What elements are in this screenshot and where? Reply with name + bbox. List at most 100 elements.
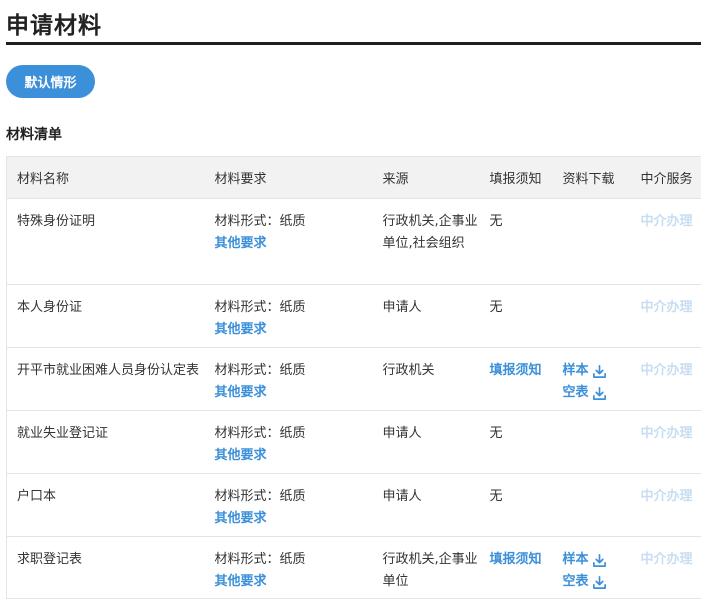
- material-form: 材料形式：纸质: [215, 486, 373, 508]
- table-header-row: 材料名称 材料要求 来源 填报须知 资料下载 中介服务: [6, 156, 701, 199]
- table-row: 就业失业登记证 材料形式：纸质 其他要求 申请人无中介办理: [6, 410, 701, 474]
- service-cell: 中介办理: [630, 284, 701, 348]
- download-sample-label: 样本: [562, 363, 589, 378]
- material-requirements: 材料形式：纸质 其他要求: [204, 347, 373, 411]
- fill-notice-cell: 无: [479, 284, 553, 348]
- notice-value: 无: [489, 489, 503, 504]
- form-value: 纸质: [279, 363, 306, 378]
- material-form: 材料形式：纸质: [215, 211, 373, 233]
- material-source: 申请人: [372, 473, 480, 537]
- other-requirements-link[interactable]: 其他要求: [215, 382, 267, 404]
- form-prefix: 材料形式：: [214, 552, 280, 567]
- column-header-name: 材料名称: [6, 156, 205, 199]
- table-row: 开平市就业困难人员身份认定表 材料形式：纸质 其他要求 行政机关 填报须知 样本 空表 中介办…: [6, 347, 701, 411]
- material-name: 本人身份证: [6, 284, 205, 348]
- fill-notice-cell: 无: [479, 198, 553, 285]
- fill-notice-cell: 填报须知: [479, 347, 553, 411]
- column-header-source: 来源: [372, 156, 480, 199]
- form-value: 纸质: [279, 489, 306, 504]
- material-name: 开平市就业困难人员身份认定表: [6, 347, 205, 411]
- material-source: 申请人: [372, 284, 480, 348]
- download-cell: [552, 198, 631, 285]
- table-row: 本人身份证 材料形式：纸质 其他要求 申请人无中介办理: [6, 284, 701, 348]
- material-source: 行政机关,企事业单位,社会组织: [372, 198, 480, 285]
- service-cell: 中介办理: [630, 347, 701, 411]
- other-requirements-link[interactable]: 其他要求: [215, 571, 267, 593]
- table-body: 特殊身份证明 材料形式：纸质 其他要求 行政机关,企事业单位,社会组织无中介办理 本人身…: [6, 198, 701, 599]
- agency-service-link[interactable]: 中介办理: [641, 363, 693, 378]
- form-prefix: 材料形式：: [214, 489, 280, 504]
- table-row: 特殊身份证明 材料形式：纸质 其他要求 行政机关,企事业单位,社会组织无中介办理: [6, 198, 701, 285]
- default-scenario-button[interactable]: 默认情形: [6, 65, 95, 98]
- material-name: 户口本: [6, 473, 205, 537]
- page-title: 申请材料: [6, 13, 102, 39]
- download-blank-link[interactable]: 空表: [563, 571, 631, 593]
- material-name: 特殊身份证明: [6, 198, 205, 285]
- materials-table: 材料名称 材料要求 来源 填报须知 资料下载 中介服务 特殊身份证明 材料形式：纸…: [6, 156, 701, 599]
- section-title: 材料清单: [6, 127, 62, 143]
- form-value: 纸质: [279, 214, 306, 229]
- download-cell: [552, 410, 631, 474]
- download-cell: 样本 空表: [552, 536, 631, 599]
- download-cell: [552, 473, 631, 537]
- agency-service-link[interactable]: 中介办理: [641, 214, 693, 229]
- material-requirements: 材料形式：纸质 其他要求: [204, 536, 373, 599]
- agency-service-link[interactable]: 中介办理: [641, 489, 693, 504]
- notice-value: 无: [489, 300, 503, 315]
- material-requirements: 材料形式：纸质 其他要求: [204, 473, 373, 537]
- column-header-requirements: 材料要求: [204, 156, 373, 199]
- material-form: 材料形式：纸质: [215, 549, 373, 571]
- agency-service-link[interactable]: 中介办理: [641, 426, 693, 441]
- download-cell: 样本 空表: [552, 347, 631, 411]
- service-cell: 中介办理: [630, 198, 701, 285]
- download-icon: [592, 575, 606, 589]
- agency-service-link[interactable]: 中介办理: [641, 552, 693, 567]
- download-blank-label: 空表: [562, 574, 589, 589]
- material-requirements: 材料形式：纸质 其他要求: [204, 284, 373, 348]
- form-prefix: 材料形式：: [214, 363, 280, 378]
- material-form: 材料形式：纸质: [215, 297, 373, 319]
- material-name: 求职登记表: [6, 536, 205, 599]
- form-prefix: 材料形式：: [214, 300, 280, 315]
- download-cell: [552, 284, 631, 348]
- form-value: 纸质: [279, 426, 306, 441]
- download-icon: [592, 386, 606, 400]
- service-cell: 中介办理: [630, 473, 701, 537]
- fill-notice-cell: 无: [479, 473, 553, 537]
- material-form: 材料形式：纸质: [215, 360, 373, 382]
- fill-notice-link[interactable]: 填报须知: [490, 549, 542, 571]
- other-requirements-link[interactable]: 其他要求: [215, 233, 267, 255]
- service-cell: 中介办理: [630, 536, 701, 599]
- form-prefix: 材料形式：: [214, 426, 280, 441]
- download-icon: [592, 553, 606, 567]
- other-requirements-link[interactable]: 其他要求: [215, 319, 267, 341]
- form-value: 纸质: [279, 552, 306, 567]
- material-name: 就业失业登记证: [6, 410, 205, 474]
- title-divider: [6, 42, 701, 45]
- column-header-service: 中介服务: [630, 156, 701, 199]
- download-sample-label: 样本: [562, 552, 589, 567]
- material-source: 行政机关,企事业单位: [372, 536, 480, 599]
- download-icon: [592, 364, 606, 378]
- service-cell: 中介办理: [630, 410, 701, 474]
- material-requirements: 材料形式：纸质 其他要求: [204, 198, 373, 285]
- download-blank-link[interactable]: 空表: [563, 382, 631, 404]
- fill-notice-cell: 填报须知: [479, 536, 553, 599]
- download-sample-link[interactable]: 样本: [563, 360, 631, 382]
- download-sample-link[interactable]: 样本: [563, 549, 631, 571]
- material-source: 申请人: [372, 410, 480, 474]
- table-row: 户口本 材料形式：纸质 其他要求 申请人无中介办理: [6, 473, 701, 537]
- column-header-download: 资料下载: [552, 156, 631, 199]
- fill-notice-cell: 无: [479, 410, 553, 474]
- fill-notice-link[interactable]: 填报须知: [490, 360, 542, 382]
- material-requirements: 材料形式：纸质 其他要求: [204, 410, 373, 474]
- download-blank-label: 空表: [562, 385, 589, 400]
- form-prefix: 材料形式：: [214, 214, 280, 229]
- agency-service-link[interactable]: 中介办理: [641, 300, 693, 315]
- form-value: 纸质: [279, 300, 306, 315]
- notice-value: 无: [489, 214, 503, 229]
- notice-value: 无: [489, 426, 503, 441]
- other-requirements-link[interactable]: 其他要求: [215, 508, 267, 530]
- column-header-notice: 填报须知: [479, 156, 553, 199]
- other-requirements-link[interactable]: 其他要求: [215, 445, 267, 467]
